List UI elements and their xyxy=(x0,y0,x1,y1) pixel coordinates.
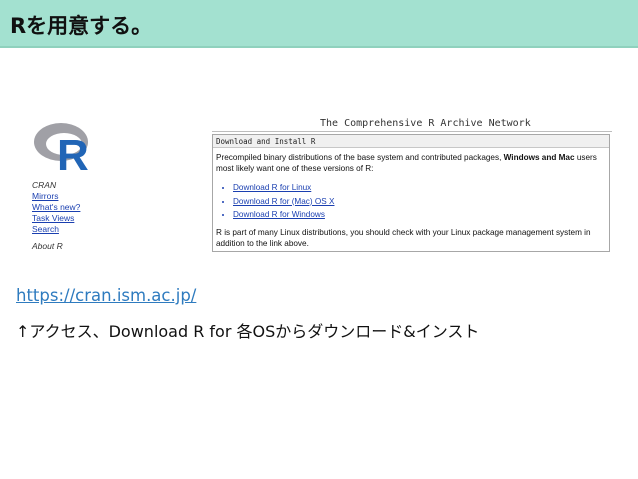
slide-title: Rを用意する。 xyxy=(10,14,153,38)
cran-screenshot: The Comprehensive R Archive Network R CR… xyxy=(25,110,615,255)
sidebar-link-mirrors[interactable]: Mirrors xyxy=(32,191,182,202)
intro-bold: Windows and Mac xyxy=(503,153,575,162)
list-item: Download R for Windows xyxy=(233,208,334,222)
download-mac-link[interactable]: Download R for (Mac) OS X xyxy=(233,197,334,206)
list-item: Download R for Linux xyxy=(233,181,334,195)
download-linux-link[interactable]: Download R for Linux xyxy=(233,183,311,192)
r-logo-icon: R xyxy=(34,123,89,176)
slide-title-bar: Rを用意する。 xyxy=(0,0,638,48)
box-heading: Download and Install R xyxy=(213,135,609,148)
sidebar-link-whats-new[interactable]: What's new? xyxy=(32,202,182,213)
download-windows-link[interactable]: Download R for Windows xyxy=(233,210,325,219)
intro-paragraph: Precompiled binary distributions of the … xyxy=(216,153,606,174)
download-links-list: Download R for Linux Download R for (Mac… xyxy=(233,181,334,222)
cran-sidebar: CRAN Mirrors What's new? Task Views Sear… xyxy=(32,180,182,252)
instruction-text: ↑アクセス、Download R for 各OSからダウンロード&インスト xyxy=(16,322,480,341)
intro-text-1: Precompiled binary distributions of the … xyxy=(216,153,502,162)
sidebar-heading: CRAN xyxy=(32,180,57,190)
sidebar-heading-about: About R xyxy=(32,241,63,251)
header-divider xyxy=(212,131,612,132)
list-item: Download R for (Mac) OS X xyxy=(233,195,334,209)
download-install-box: Download and Install R Precompiled binar… xyxy=(212,134,610,252)
sidebar-link-task-views[interactable]: Task Views xyxy=(32,213,182,224)
cran-url-link[interactable]: https://cran.ism.ac.jp/ xyxy=(16,286,196,305)
footer-paragraph: R is part of many Linux distributions, y… xyxy=(216,228,591,248)
cran-site-title: The Comprehensive R Archive Network xyxy=(320,118,531,129)
sidebar-link-search[interactable]: Search xyxy=(32,224,182,235)
r-logo-letter: R xyxy=(57,131,89,176)
